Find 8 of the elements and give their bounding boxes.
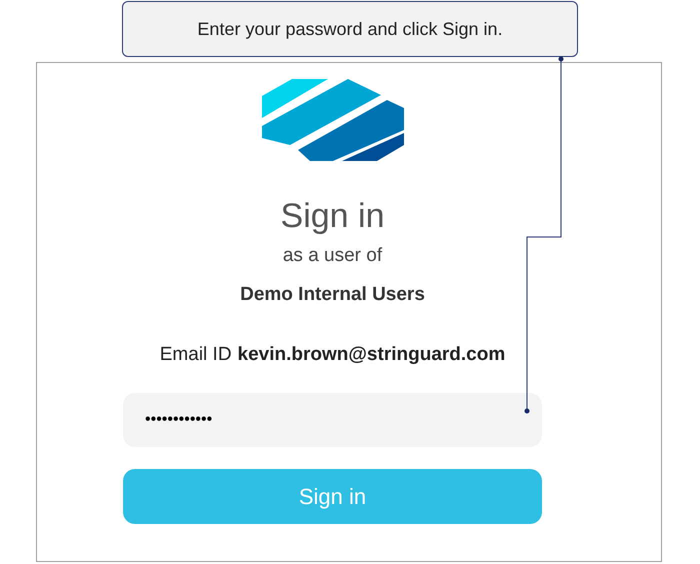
logo-icon: [262, 78, 404, 161]
subtitle: as a user of: [282, 244, 382, 268]
password-field[interactable]: ••••••••••••: [123, 392, 542, 446]
sign-in-heading: Sign in: [280, 196, 384, 236]
organization-name: Demo Internal Users: [240, 282, 425, 306]
email-label: Email ID: [160, 343, 232, 367]
instruction-callout: Enter your password and click Sign in.: [122, 1, 578, 57]
email-address: kevin.brown@stringuard.com: [238, 343, 506, 367]
